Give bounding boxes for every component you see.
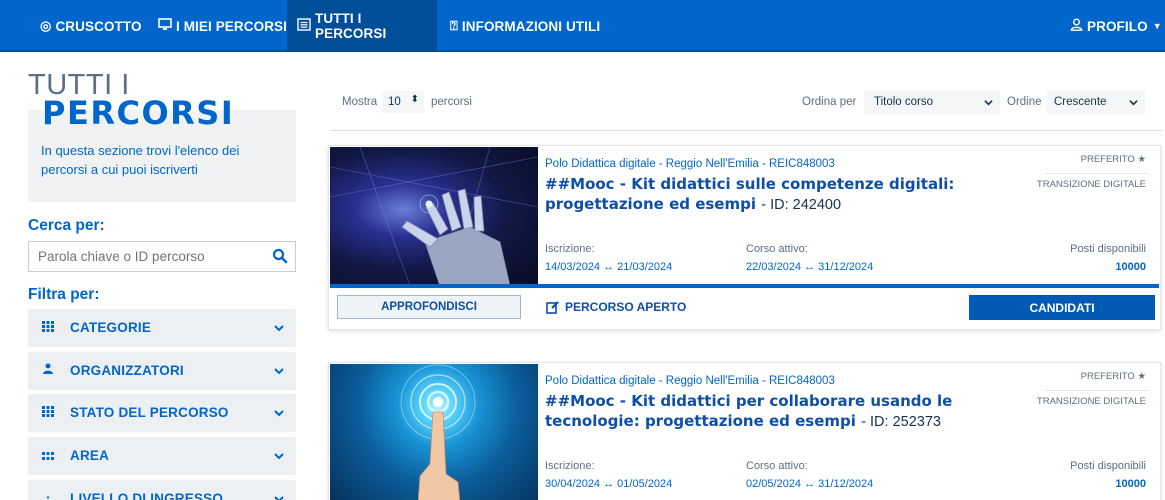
show-suffix: percorsi — [431, 96, 472, 108]
enroll-label: Iscrizione: — [545, 243, 595, 255]
nav-cruscotto[interactable]: ◎ CRUSCOTTO — [30, 0, 152, 52]
order-select[interactable]: Crescente — [1047, 90, 1145, 114]
grid-icon — [40, 405, 56, 420]
course-title[interactable]: ##Mooc - Kit didattici sulle competenze … — [545, 174, 1005, 215]
filter-organizzatori[interactable]: ORGANIZZATORI — [28, 352, 296, 390]
chevron-down-icon — [274, 368, 284, 375]
sort-select[interactable]: Titolo corso — [864, 90, 1000, 114]
apply-button[interactable]: CANDIDATI — [969, 295, 1155, 320]
enroll-label: Iscrizione: — [545, 460, 595, 472]
filter-area[interactable]: AREA — [28, 437, 296, 475]
course-id: - ID: 242400 — [761, 197, 842, 213]
chevron-down-icon — [274, 410, 284, 417]
active-dates: 22/03/2024 ↔ 31/12/2024 — [746, 261, 874, 273]
filter-label-text: ORGANIZZATORI — [70, 363, 184, 378]
chevron-down-icon — [274, 496, 284, 500]
nav-label: TUTTI I PERCORSI — [315, 11, 387, 41]
star-icon: ★ — [1137, 154, 1146, 165]
favorite-toggle[interactable]: PREFERITO ★ — [1081, 154, 1146, 165]
course-id: - ID: 252373 — [861, 414, 941, 430]
search-icon[interactable] — [272, 248, 288, 264]
page-size-select[interactable]: 10 ⬍ — [382, 91, 424, 113]
divider — [1045, 173, 1148, 174]
user-icon — [1070, 18, 1083, 34]
edit-icon — [546, 300, 559, 314]
caret-down-icon: ▼ — [1152, 21, 1162, 31]
star-icon: ★ — [1137, 371, 1146, 382]
order-label: Ordine — [1007, 96, 1042, 108]
seats-value: 10000 — [1115, 261, 1146, 273]
seats-label: Posti disponibili — [1070, 243, 1146, 255]
intro-text: In questa sezione trovi l'elenco dei per… — [41, 143, 240, 177]
nav-label: INFORMAZIONI UTILI — [461, 18, 601, 34]
nav-informazioni-utili[interactable]: ⍰ INFORMAZIONI UTILI — [440, 0, 610, 52]
search-input[interactable] — [38, 249, 258, 264]
chevron-down-icon — [274, 325, 284, 332]
page-title-line2: PERCORSI — [42, 94, 235, 132]
show-label: Mostra — [342, 96, 378, 108]
course-status: PERCORSO APERTO — [546, 300, 686, 314]
grid-icon — [40, 320, 56, 335]
divider — [1045, 390, 1148, 391]
course-title[interactable]: ##Mooc - Kit didattici per collaborare u… — [545, 391, 1005, 432]
order-value: Crescente — [1054, 96, 1107, 108]
favorite-label: PREFERITO — [1080, 154, 1135, 165]
course-organizer: Polo Didattica digitale - Reggio Nell'Em… — [545, 375, 835, 387]
search-label: Cerca per: — [28, 217, 105, 234]
filter-livello-di-ingresso[interactable]: ↑ LIVELLO DI INGRESSO — [28, 480, 296, 500]
list-icon — [297, 18, 311, 34]
filter-label-text: STATO DEL PERCORSO — [70, 405, 229, 420]
robot-hand-image — [330, 147, 538, 286]
arrow-up-icon: ↑ — [44, 491, 52, 500]
seats-label: Posti disponibili — [1070, 460, 1146, 472]
course-card: Polo Didattica digitale - Reggio Nell'Em… — [328, 145, 1161, 330]
course-tag: TRANSIZIONE DIGITALE — [1036, 179, 1146, 190]
page-size-value: 10 — [388, 96, 401, 108]
enroll-dates: 14/03/2024 ↔ 21/03/2024 — [545, 261, 673, 273]
course-title-text: ##Mooc - Kit didattici sulle competenze … — [545, 175, 955, 213]
filter-label-text: CATEGORIE — [70, 320, 152, 335]
nav-i-miei-percorsi[interactable]: I MIEI PERCORSI — [148, 0, 297, 52]
chevron-down-icon — [274, 453, 284, 460]
details-button[interactable]: APPROFONDISCI — [337, 295, 521, 319]
nav-tutti-i-percorsi[interactable]: TUTTI I PERCORSI — [287, 0, 437, 52]
seats-value: 10000 — [1115, 478, 1146, 490]
filter-label: Filtra per: — [28, 286, 100, 303]
chevron-down-icon — [984, 100, 993, 106]
filter-categorie[interactable]: CATEGORIE — [28, 309, 296, 347]
active-dates: 02/05/2024 ↔ 31/12/2024 — [746, 478, 874, 490]
target-icon: ◎ — [40, 18, 52, 33]
dots-icon — [40, 448, 56, 463]
active-label: Corso attivo: — [746, 243, 808, 255]
active-label: Corso attivo: — [746, 460, 808, 472]
nav-label: I MIEI PERCORSI — [176, 18, 288, 34]
users-icon — [40, 363, 56, 378]
help-circle-icon: ⍰ — [450, 18, 458, 33]
filter-stato-del-percorso[interactable]: STATO DEL PERCORSO — [28, 394, 296, 432]
favorite-label: PREFERITO — [1080, 371, 1135, 382]
enroll-dates: 30/04/2024 ↔ 01/05/2024 — [545, 478, 673, 490]
course-organizer: Polo Didattica digitale - Reggio Nell'Em… — [545, 158, 835, 170]
filter-label-text: LIVELLO DI INGRESSO — [70, 491, 224, 500]
course-status-label: PERCORSO APERTO — [565, 300, 687, 314]
nav-label: CRUSCOTTO — [55, 18, 142, 34]
card-accent-bar — [330, 284, 1159, 288]
chevron-down-icon — [1129, 100, 1138, 106]
updown-icon: ⬍ — [410, 94, 419, 105]
filter-label-text: AREA — [70, 448, 110, 463]
nav-profilo[interactable]: PROFILO ▼ — [1060, 0, 1165, 52]
favorite-toggle[interactable]: PREFERITO ★ — [1081, 371, 1146, 382]
profile-label: PROFILO — [1087, 18, 1148, 34]
monitor-icon — [158, 18, 172, 34]
course-tag: TRANSIZIONE DIGITALE — [1036, 396, 1146, 407]
top-navigation: ◎ CRUSCOTTO I MIEI PERCORSI TUTTI I PERC… — [0, 0, 1165, 52]
toolbar-divider — [330, 130, 1162, 131]
sort-label: Ordina per — [802, 96, 857, 108]
sort-value: Titolo corso — [874, 96, 934, 108]
finger-touch-image — [330, 364, 538, 500]
search-box — [28, 241, 296, 272]
course-card: Polo Didattica digitale - Reggio Nell'Em… — [328, 362, 1161, 500]
